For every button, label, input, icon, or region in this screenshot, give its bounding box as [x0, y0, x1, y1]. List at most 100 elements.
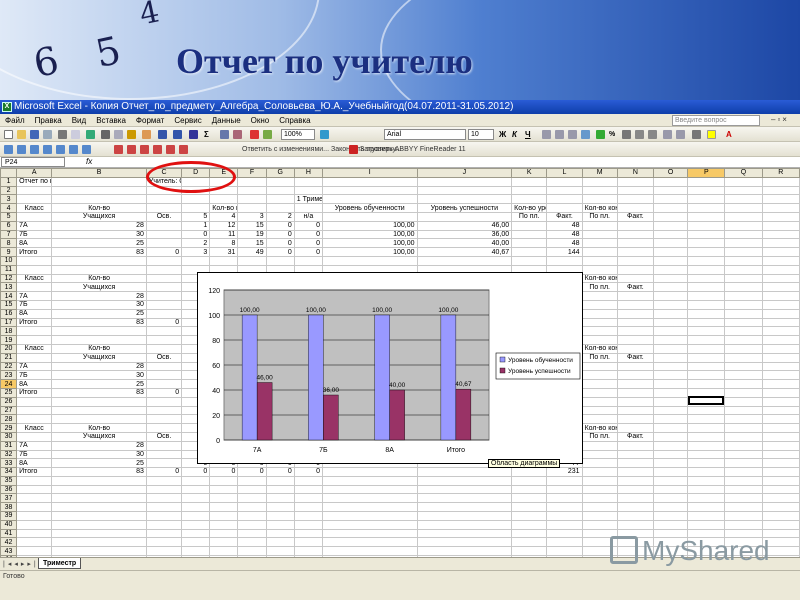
cell[interactable]: 28 — [51, 220, 147, 231]
cell[interactable] — [416, 255, 513, 266]
row-header[interactable]: 43 — [0, 546, 18, 557]
cell[interactable] — [581, 291, 618, 301]
cell[interactable] — [761, 238, 800, 249]
align-center-icon[interactable] — [555, 130, 564, 139]
cell[interactable]: 28 — [51, 361, 147, 372]
row-header[interactable]: 20 — [0, 343, 18, 354]
cell[interactable] — [581, 493, 618, 504]
cell[interactable] — [581, 255, 618, 266]
cell[interactable] — [616, 326, 655, 337]
cell[interactable]: 36,00 — [416, 229, 513, 240]
cell[interactable] — [724, 299, 763, 310]
cell[interactable] — [416, 493, 513, 504]
cell[interactable] — [616, 299, 655, 310]
cell[interactable] — [145, 502, 183, 513]
cell[interactable] — [181, 203, 211, 213]
cell[interactable] — [546, 185, 583, 196]
cell[interactable] — [209, 511, 239, 521]
cell[interactable] — [265, 185, 295, 196]
cell[interactable] — [145, 458, 183, 469]
cell[interactable] — [237, 546, 267, 557]
column-header[interactable]: P — [687, 168, 726, 178]
cell[interactable]: н/а — [293, 211, 323, 222]
comment-icon[interactable] — [166, 145, 175, 154]
cell[interactable] — [581, 405, 618, 416]
preview-icon[interactable] — [71, 130, 80, 139]
cell[interactable]: 30 — [51, 370, 147, 381]
cell[interactable] — [293, 546, 323, 557]
cell[interactable] — [652, 238, 689, 249]
cell[interactable] — [51, 405, 147, 416]
cell[interactable] — [581, 484, 618, 495]
cell[interactable] — [652, 440, 689, 451]
thousands-icon[interactable] — [622, 130, 631, 139]
cell[interactable] — [145, 291, 183, 301]
cell[interactable] — [145, 335, 183, 345]
cell[interactable] — [237, 484, 267, 495]
cell[interactable] — [687, 255, 726, 266]
comment-icon[interactable] — [153, 145, 162, 154]
cell[interactable] — [761, 467, 800, 477]
cell[interactable]: По пл. — [511, 211, 548, 222]
cell[interactable] — [724, 220, 763, 231]
cell[interactable] — [761, 335, 800, 345]
cell[interactable] — [265, 484, 295, 495]
cell[interactable] — [616, 379, 655, 389]
new-icon[interactable] — [4, 130, 13, 139]
cell[interactable]: 15 — [237, 220, 267, 231]
cell[interactable] — [652, 431, 689, 442]
cell[interactable] — [145, 282, 183, 293]
underline-button[interactable]: Ч — [525, 129, 531, 140]
cell[interactable] — [293, 185, 323, 196]
cell[interactable] — [293, 519, 323, 530]
cell[interactable] — [652, 484, 689, 495]
cell[interactable]: 7А — [16, 220, 53, 231]
cell[interactable] — [724, 264, 763, 275]
cell[interactable] — [265, 493, 295, 504]
cell[interactable] — [546, 176, 583, 187]
copy-icon[interactable] — [114, 130, 123, 139]
column-header[interactable]: G — [265, 168, 295, 178]
cell[interactable] — [581, 299, 618, 310]
cell[interactable] — [237, 493, 267, 504]
cell[interactable] — [511, 502, 548, 513]
row-header[interactable]: 25 — [0, 387, 18, 398]
cell[interactable]: Итого — [16, 317, 53, 328]
cell[interactable] — [761, 203, 800, 213]
cell[interactable] — [16, 475, 53, 486]
cell[interactable] — [51, 493, 147, 504]
cell[interactable] — [724, 361, 763, 372]
cell[interactable] — [416, 546, 513, 557]
cell[interactable] — [616, 176, 655, 187]
permission-icon[interactable] — [43, 130, 52, 139]
cell[interactable]: 0 — [145, 467, 183, 477]
align-left-icon[interactable] — [542, 130, 551, 139]
cell[interactable] — [581, 475, 618, 486]
cell[interactable] — [687, 502, 726, 513]
cell[interactable]: 48 — [546, 220, 583, 231]
cell[interactable] — [687, 458, 726, 469]
review-icon[interactable] — [56, 145, 65, 154]
cell[interactable] — [616, 361, 655, 372]
cell[interactable] — [616, 203, 655, 213]
cell[interactable]: 30 — [51, 229, 147, 240]
cell[interactable] — [181, 511, 211, 521]
cell[interactable] — [616, 519, 655, 530]
cell[interactable] — [687, 176, 726, 187]
indent-inc-icon[interactable] — [676, 130, 685, 139]
cell[interactable] — [687, 282, 726, 293]
cell[interactable] — [511, 511, 548, 521]
cell[interactable] — [265, 546, 295, 557]
cell[interactable] — [652, 423, 689, 433]
cell[interactable] — [687, 475, 726, 486]
cell[interactable] — [616, 449, 655, 460]
cell[interactable] — [293, 511, 323, 521]
cell[interactable] — [16, 511, 53, 521]
cell[interactable] — [581, 370, 618, 381]
cell[interactable] — [145, 255, 183, 266]
cell[interactable] — [581, 229, 618, 240]
cell[interactable] — [652, 247, 689, 257]
cell[interactable]: Учащихся — [51, 211, 147, 222]
cell[interactable]: 40,00 — [416, 238, 513, 249]
row-header[interactable]: 19 — [0, 335, 18, 345]
